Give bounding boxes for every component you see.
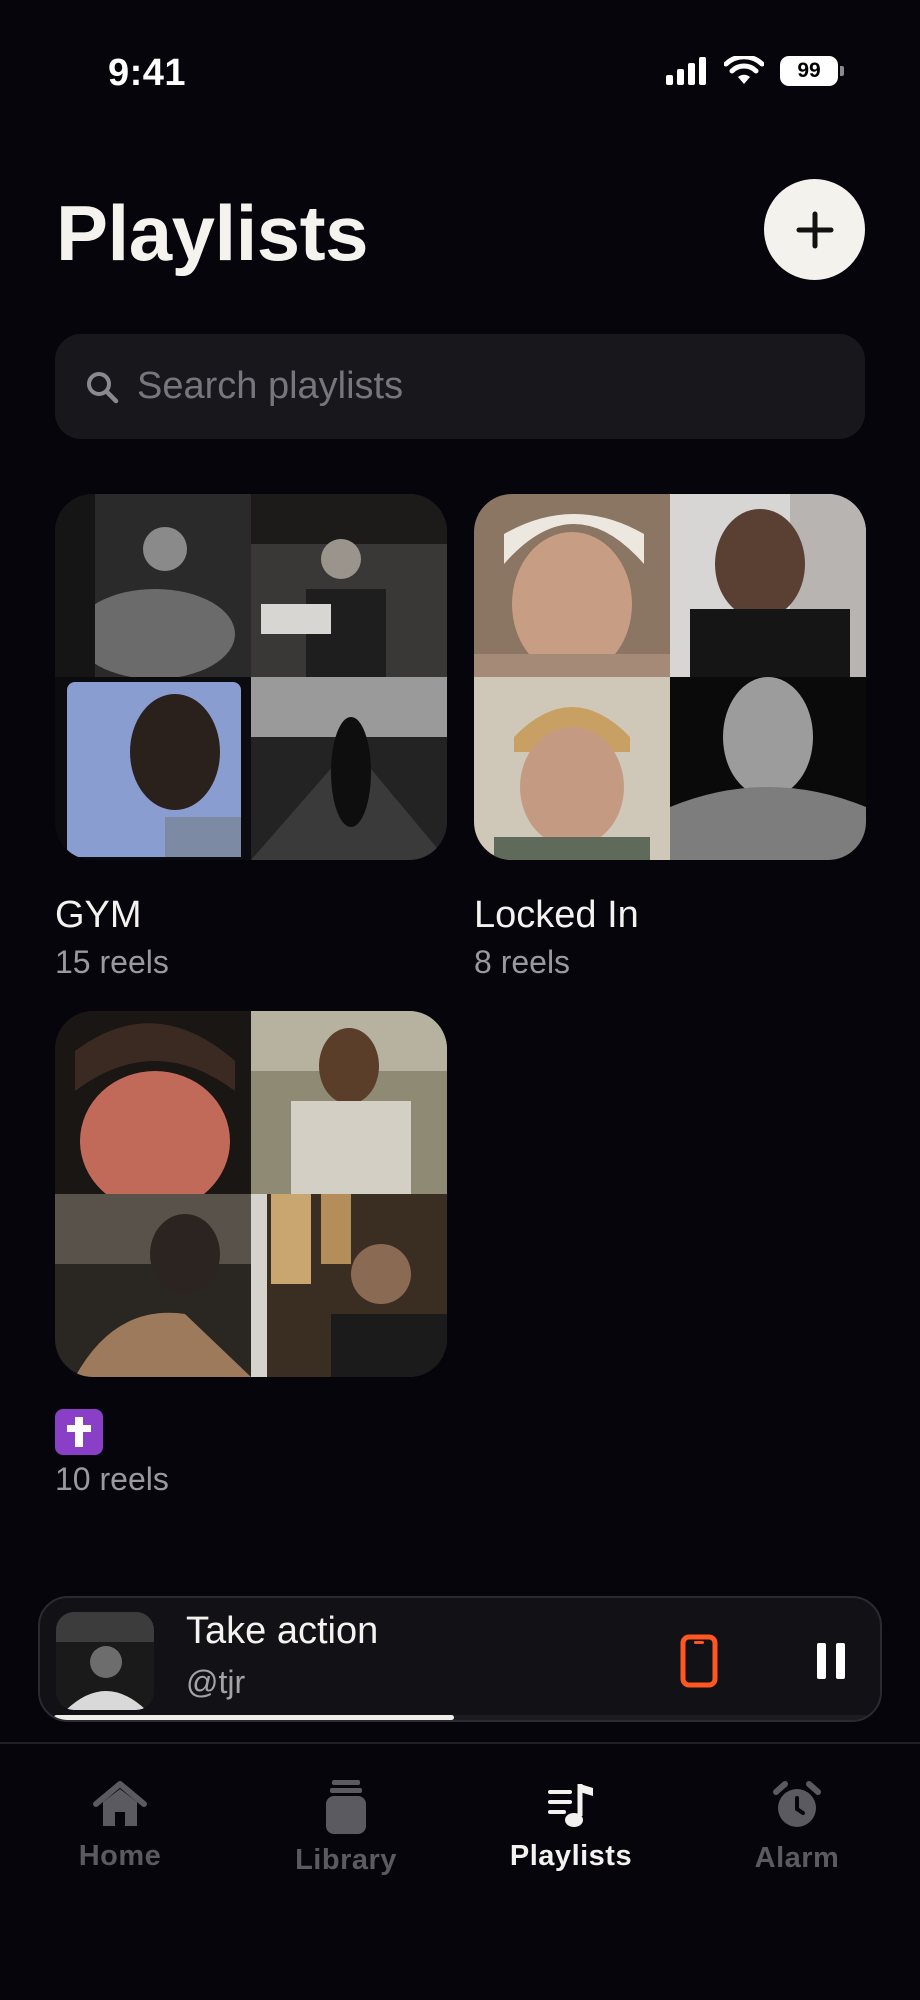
now-playing-bar[interactable]: Take action @tjr	[38, 1596, 882, 1722]
music-list-icon	[548, 1784, 593, 1827]
playlists-screen: 9:41 99 Playlists Search playlists GYM 1…	[0, 0, 920, 2000]
cover-thumbnail	[251, 677, 447, 860]
tab-bar: Home Library Playlists Alarm	[0, 1742, 920, 2000]
tab-label: Library	[295, 1844, 397, 1876]
tab-library[interactable]: Library	[246, 1780, 446, 1877]
cover-thumbnail	[55, 494, 251, 677]
cover-thumbnail	[474, 677, 670, 860]
playlist-card-locked-in[interactable]: Locked In 8 reels	[474, 494, 866, 981]
playlist-title: Locked In	[474, 894, 639, 936]
search-bar[interactable]	[55, 334, 865, 439]
cover-thumbnail	[670, 494, 866, 677]
cover-thumbnail	[251, 1011, 447, 1194]
search-icon	[87, 371, 119, 403]
cover-thumbnail	[55, 677, 251, 860]
tab-playlists[interactable]: Playlists	[471, 1780, 671, 1873]
cover-thumbnail	[55, 1194, 251, 1377]
playlist-title: GYM	[55, 894, 142, 936]
cup-icon	[326, 1780, 366, 1834]
tab-label: Alarm	[754, 1842, 840, 1874]
playback-progress-fill	[54, 1715, 454, 1720]
tab-home[interactable]: Home	[20, 1780, 220, 1873]
playlist-reel-count: 8 reels	[474, 944, 571, 980]
pause-icon	[817, 1643, 845, 1679]
plus-icon	[796, 211, 833, 248]
playlist-cover-collage	[55, 1011, 447, 1377]
playlist-card-cross[interactable]: 10 reels	[55, 1011, 447, 1498]
tab-label: Home	[78, 1840, 162, 1872]
cover-thumbnail	[251, 1194, 447, 1377]
search-input[interactable]	[137, 356, 865, 417]
playlist-card-gym[interactable]: GYM 15 reels	[55, 494, 447, 981]
playlist-title	[55, 1409, 447, 1455]
cover-thumbnail	[55, 1011, 251, 1194]
playlist-cover-collage	[474, 494, 866, 860]
status-icons: 99	[666, 56, 844, 86]
page-title: Playlists	[56, 189, 369, 277]
alarm-clock-icon	[773, 1781, 821, 1827]
house-icon	[93, 1781, 147, 1826]
tab-label: Playlists	[509, 1840, 633, 1872]
playlist-reel-count: 15 reels	[55, 944, 169, 980]
now-playing-thumbnail	[56, 1612, 154, 1710]
status-time: 9:41	[108, 52, 187, 94]
now-playing-artist: @tjr	[186, 1664, 246, 1700]
playback-progress-bar[interactable]	[54, 1715, 870, 1720]
cellular-signal-icon	[666, 57, 706, 85]
cross-emoji-icon	[55, 1409, 103, 1455]
phone-icon	[680, 1634, 718, 1688]
playlist-reel-count: 10 reels	[55, 1461, 169, 1497]
wifi-icon	[724, 56, 764, 84]
battery-indicator: 99	[780, 56, 844, 86]
cover-thumbnail	[670, 677, 866, 860]
pause-button[interactable]	[796, 1626, 866, 1696]
now-playing-title: Take action	[186, 1610, 379, 1652]
cover-thumbnail	[251, 494, 447, 677]
play-on-device-button[interactable]	[664, 1626, 734, 1696]
cover-thumbnail	[474, 494, 670, 677]
playlist-cover-collage	[55, 494, 447, 860]
tab-alarm[interactable]: Alarm	[697, 1780, 897, 1875]
add-playlist-button[interactable]	[764, 179, 865, 280]
